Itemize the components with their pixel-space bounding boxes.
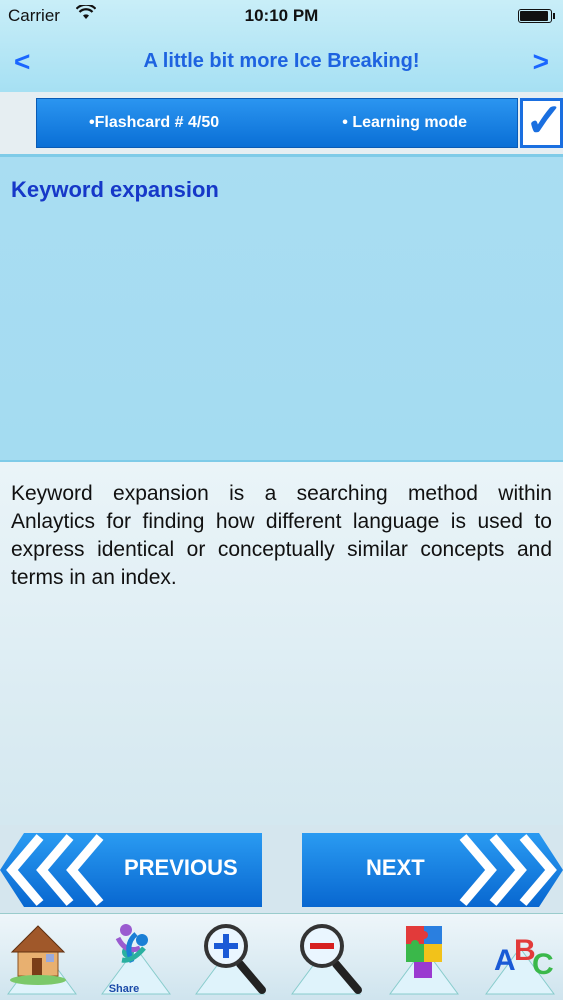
battery-icon <box>518 9 555 23</box>
flashcard-info-bar: •Flashcard # 4/50 • Learning mode <box>36 98 518 148</box>
forward-button[interactable]: > <box>533 46 549 78</box>
zoom-out-icon <box>291 924 362 995</box>
status-bar: Carrier 10:10 PM <box>0 0 563 30</box>
back-button[interactable]: < <box>14 46 30 78</box>
house-icon <box>7 925 77 995</box>
home-button[interactable] <box>2 914 82 1000</box>
clock: 10:10 PM <box>244 6 319 25</box>
share-button[interactable]: Share <box>96 914 176 1000</box>
next-button[interactable]: NEXT <box>302 833 563 907</box>
learning-mode-checkbox[interactable]: ✓ <box>520 94 563 148</box>
zoom-in-icon <box>195 924 266 995</box>
svg-text:C: C <box>532 948 554 981</box>
previous-button-label: PREVIOUS <box>124 855 238 880</box>
flashcard-question: Keyword expansion <box>11 177 219 202</box>
question-panel: Keyword expansion <box>0 154 563 460</box>
card-navigation: PREVIOUS NEXT <box>0 825 563 913</box>
previous-button[interactable]: PREVIOUS <box>0 833 262 907</box>
mode-label: • Learning mode <box>342 114 467 131</box>
zoom-out-button[interactable] <box>286 914 366 1000</box>
puzzle-button[interactable] <box>384 914 464 1000</box>
page-title: A little bit more Ice Breaking! <box>143 50 420 72</box>
zoom-in-button[interactable] <box>190 914 270 1000</box>
flashcard-answer: Keyword expansion is a searching method … <box>11 482 552 589</box>
info-strip: •Flashcard # 4/50 • Learning mode ✓ <box>0 92 563 154</box>
share-label: Share <box>108 983 140 995</box>
next-button-label: NEXT <box>366 855 425 880</box>
checkbox-checked-icon: ✓ <box>525 94 563 146</box>
top-area: Carrier 10:10 PM < A little bit more Ice… <box>0 0 563 92</box>
abc-blocks-icon: A B C <box>485 934 555 995</box>
svg-text:A: A <box>494 944 516 977</box>
flashcard-counter: •Flashcard # 4/50 <box>89 114 220 131</box>
answer-panel: Keyword expansion is a searching method … <box>0 460 563 825</box>
bottom-toolbar: Share A B C <box>0 913 563 1000</box>
next-arrow-icon <box>302 833 563 907</box>
abc-button[interactable]: A B C <box>480 914 560 1000</box>
navigation-bar: < A little bit more Ice Breaking! > <box>0 36 563 86</box>
puzzle-icon <box>389 926 459 995</box>
